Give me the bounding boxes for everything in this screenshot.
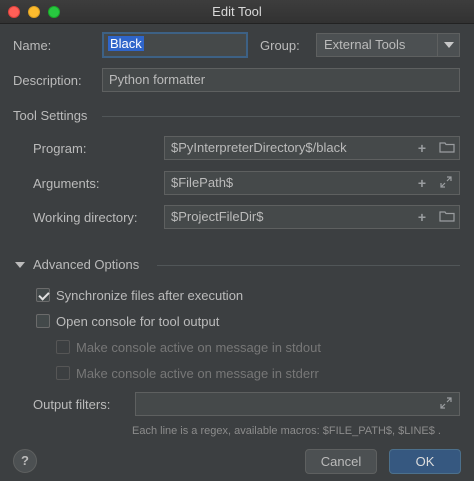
tool-settings-heading: Tool Settings — [13, 108, 88, 123]
plus-icon[interactable]: + — [415, 210, 429, 224]
output-filters-label: Output filters: — [33, 397, 111, 412]
name-label: Name: — [13, 38, 52, 53]
name-field[interactable]: Black — [102, 32, 248, 58]
sync-files-label[interactable]: Synchronize files after execution — [56, 288, 243, 303]
stderr-label: Make console active on message in stderr — [76, 366, 319, 381]
collapse-triangle-icon[interactable] — [15, 262, 25, 268]
description-label: Description: — [13, 73, 82, 88]
arguments-value: $FilePath$ — [171, 175, 234, 190]
ok-button[interactable]: OK — [389, 449, 461, 474]
expand-icon[interactable] — [439, 176, 453, 190]
folder-icon[interactable] — [439, 210, 455, 224]
stdout-checkbox[interactable] — [56, 340, 70, 354]
expand-icon[interactable] — [439, 397, 453, 411]
plus-icon[interactable]: + — [415, 176, 429, 190]
title-bar: Edit Tool — [0, 0, 474, 24]
folder-icon[interactable] — [439, 141, 455, 155]
open-console-label[interactable]: Open console for tool output — [56, 314, 219, 329]
window-title: Edit Tool — [212, 4, 262, 19]
working-directory-field[interactable]: $ProjectFileDir$ + — [164, 205, 460, 229]
advanced-options-heading[interactable]: Advanced Options — [33, 257, 139, 272]
help-button[interactable]: ? — [13, 449, 37, 473]
name-value: Black — [108, 36, 144, 51]
output-filters-field[interactable] — [135, 392, 460, 416]
working-directory-value: $ProjectFileDir$ — [171, 209, 264, 224]
program-value: $PyInterpreterDirectory$/black — [171, 140, 347, 155]
sync-files-checkbox[interactable] — [36, 288, 50, 302]
working-directory-label: Working directory: — [33, 210, 138, 225]
program-field[interactable]: $PyInterpreterDirectory$/black + — [164, 136, 460, 160]
section-divider — [157, 265, 460, 266]
group-dropdown[interactable]: External Tools — [316, 33, 460, 57]
arguments-label: Arguments: — [33, 176, 100, 191]
group-value: External Tools — [324, 37, 406, 52]
stdout-label: Make console active on message in stdout — [76, 340, 321, 355]
open-console-checkbox[interactable] — [36, 314, 50, 328]
plus-icon[interactable]: + — [415, 141, 429, 155]
cancel-button[interactable]: Cancel — [305, 449, 377, 474]
arguments-field[interactable]: $FilePath$ + — [164, 171, 460, 195]
output-filters-hint: Each line is a regex, available macros: … — [132, 425, 441, 437]
group-label: Group: — [260, 38, 300, 53]
program-label: Program: — [33, 141, 87, 156]
description-field[interactable]: Python formatter — [102, 68, 460, 92]
chevron-down-icon[interactable] — [437, 34, 459, 56]
section-divider — [102, 116, 460, 117]
stderr-checkbox[interactable] — [56, 366, 70, 380]
